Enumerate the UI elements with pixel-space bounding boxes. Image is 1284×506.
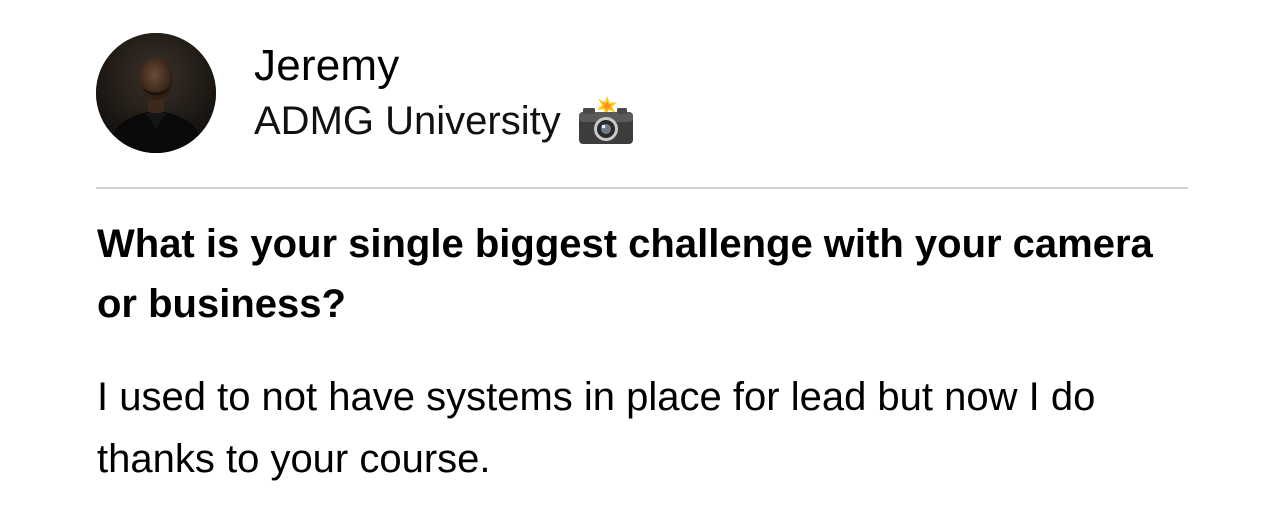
author-info: Jeremy ADMG University — [254, 40, 635, 146]
organization-row: ADMG University — [254, 96, 635, 146]
avatar-photo — [96, 33, 216, 153]
avatar[interactable] — [96, 33, 216, 153]
testimonial-card: Jeremy ADMG University What is your sing… — [0, 0, 1284, 506]
post-header: Jeremy ADMG University — [96, 32, 635, 154]
question-text: What is your single biggest challenge wi… — [97, 222, 1153, 326]
header-divider — [96, 187, 1188, 189]
organization-name: ADMG University — [254, 99, 561, 143]
answer-text: I used to not have systems in place for … — [97, 375, 1096, 481]
author-name[interactable]: Jeremy — [254, 40, 635, 92]
camera-with-flash-icon — [577, 96, 635, 146]
